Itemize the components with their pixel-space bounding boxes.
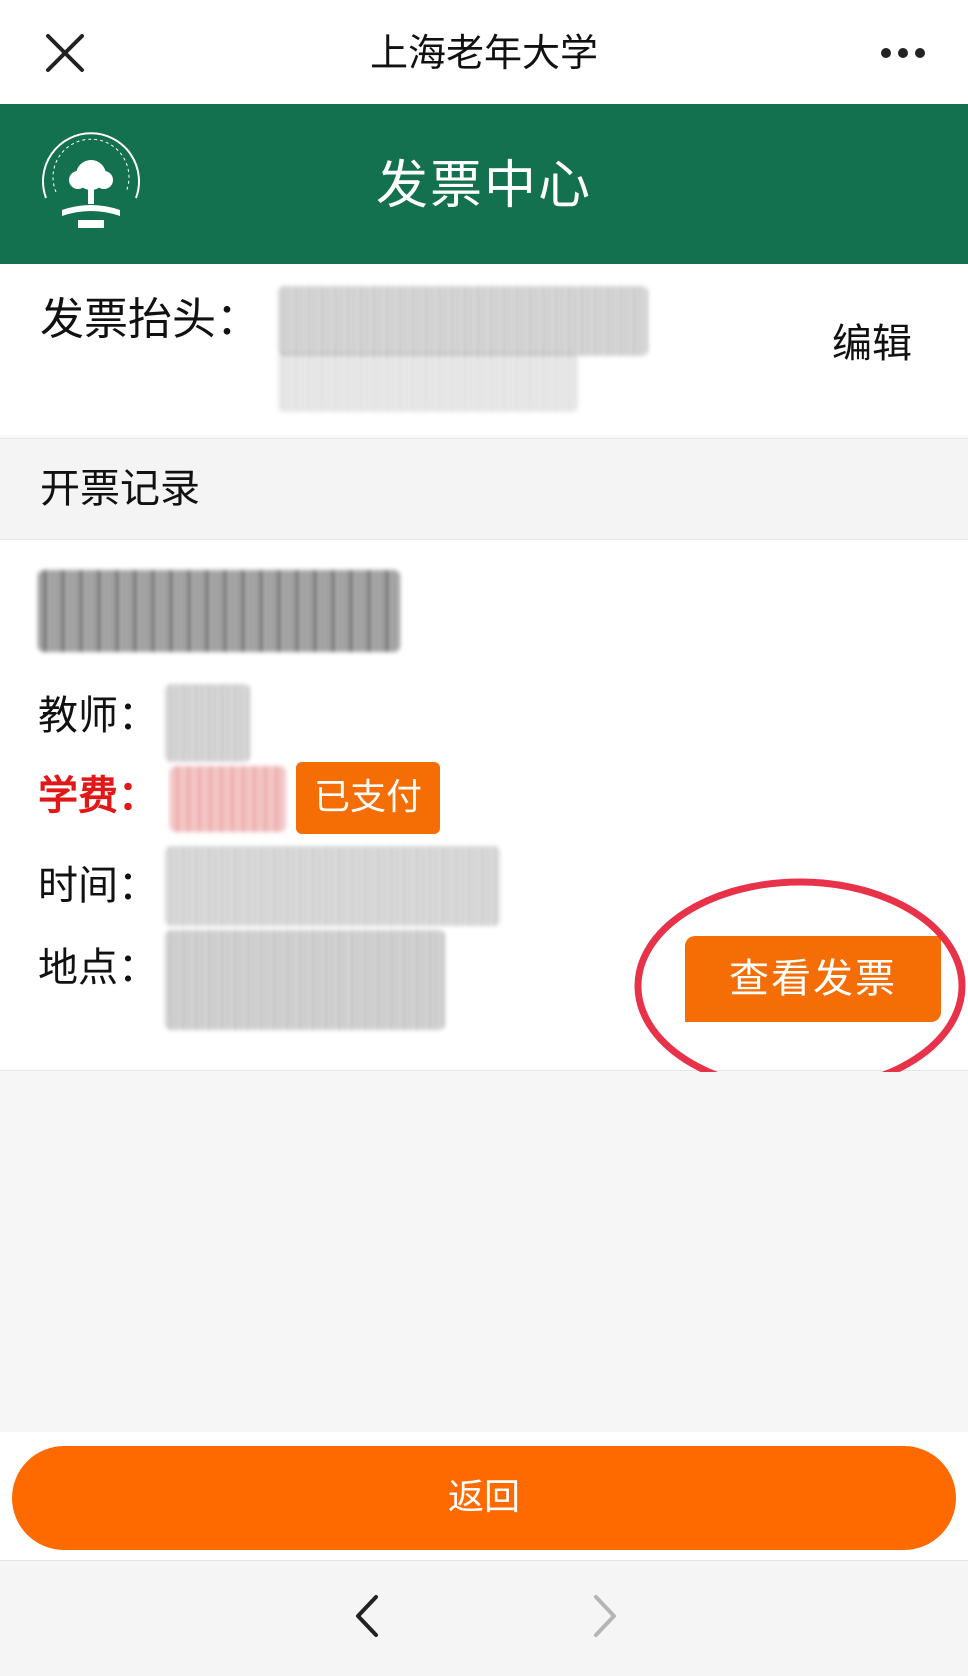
- header-title: 发票中心: [375, 156, 592, 216]
- return-button[interactable]: 返回: [12, 1446, 956, 1550]
- paid-status-badge: 已支付: [296, 762, 440, 834]
- top-navbar: 上海老年大学: [0, 0, 968, 104]
- browser-bottom-nav: [0, 1560, 968, 1676]
- location-label: 地点：: [38, 945, 158, 991]
- footer-bar: 返回: [0, 1432, 968, 1560]
- time-label: 时间：: [38, 863, 158, 909]
- invoice-title-section: 发票抬头： 编辑: [0, 264, 968, 436]
- chevron-right-icon[interactable]: [584, 1591, 624, 1641]
- redacted-invoice-title-line2: [278, 352, 578, 412]
- empty-content-area: [0, 1072, 968, 1432]
- edit-button[interactable]: 编辑: [832, 316, 912, 372]
- redacted-course-name: [38, 570, 400, 652]
- records-section-title: 开票记录: [40, 466, 200, 512]
- redacted-fee-amount: [170, 766, 286, 832]
- page-title: 上海老年大学: [369, 31, 598, 75]
- redacted-location: [165, 930, 445, 1030]
- more-horizontal-icon[interactable]: [878, 38, 928, 68]
- invoice-record-card: 教师： 学费： 已支付 时间： 地点： 查看发票: [0, 540, 968, 1071]
- chevron-left-icon[interactable]: [348, 1591, 388, 1641]
- redacted-time: [165, 846, 500, 926]
- redacted-teacher-name: [165, 684, 250, 762]
- invoice-title-label: 发票抬头：: [40, 294, 260, 345]
- redacted-invoice-title: [278, 286, 648, 356]
- fee-label: 学费：: [38, 773, 158, 819]
- records-section-header: 开票记录: [0, 438, 968, 540]
- teacher-label: 教师：: [38, 693, 158, 739]
- green-header: 发票中心: [0, 104, 968, 264]
- view-invoice-button[interactable]: 查看发票: [685, 936, 941, 1022]
